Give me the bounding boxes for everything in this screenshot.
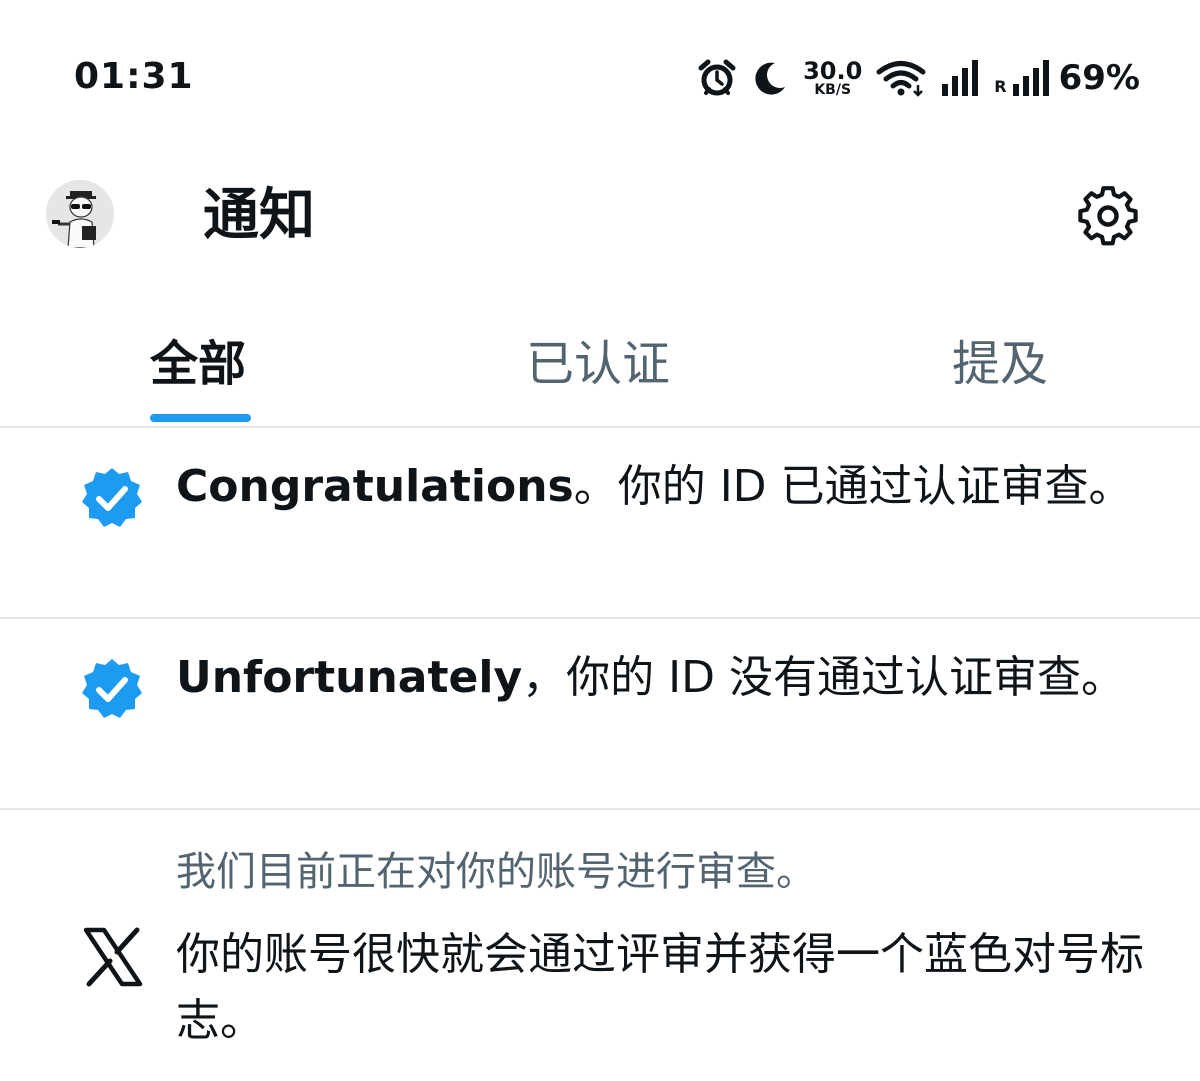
status-icons: 30.0 KB/S R 69%	[697, 56, 1140, 100]
battery-level: 69%	[1058, 58, 1140, 98]
notification-bold-text: Unfortunately	[176, 652, 523, 703]
notification-item[interactable]: Congratulations。你的 ID 已通过认证审查。	[0, 428, 1200, 619]
tab-verified[interactable]: 已认证	[526, 332, 670, 396]
notification-bold-text: Congratulations	[176, 461, 574, 512]
notification-text: 你的账号很快就会通过评审并获得一个蓝色对号标志。	[176, 929, 1144, 1046]
notification-text: Congratulations。你的 ID 已通过认证审查。	[176, 454, 1136, 520]
notification-item[interactable]: Unfortunately，你的 ID 没有通过认证审查。	[0, 619, 1200, 810]
roaming-indicator: R	[994, 77, 1007, 96]
tab-all[interactable]: 全部	[150, 332, 246, 396]
status-bar: 01:31 30.0 KB/S R 69%	[0, 0, 1200, 150]
verified-badge-icon	[82, 659, 142, 718]
settings-button[interactable]	[1078, 186, 1138, 246]
network-speed-value: 30.0	[803, 57, 863, 85]
notification-body-text: ，你的 ID 没有通过认证审查。	[522, 652, 1125, 703]
notification-body-text: 。你的 ID 已通过认证审查。	[573, 461, 1133, 512]
notification-text: Unfortunately，你的 ID 没有通过认证审查。	[176, 645, 1136, 711]
wifi-icon	[876, 61, 926, 97]
status-time: 01:31	[74, 56, 194, 97]
moon-icon	[755, 62, 786, 95]
page-title: 通知	[203, 183, 315, 248]
signal-icon	[1012, 60, 1049, 96]
signal-icon	[942, 60, 979, 96]
active-tab-indicator	[150, 414, 251, 422]
gear-icon	[1078, 186, 1138, 246]
alarm-icon	[698, 59, 736, 96]
notification-item[interactable]: 我们目前正在对你的账号进行审查。 你的账号很快就会通过评审并获得一个蓝色对号标志…	[0, 810, 1200, 1081]
x-logo-icon	[83, 927, 143, 987]
avatar[interactable]	[46, 180, 114, 248]
tab-bar: 全部 已认证 提及	[0, 318, 1200, 428]
tab-mentions[interactable]: 提及	[952, 332, 1048, 396]
verified-badge-icon	[82, 468, 142, 527]
notification-subtext: 我们目前正在对你的账号进行审查。	[176, 849, 816, 895]
avatar-image	[46, 180, 114, 248]
network-speed: 30.0 KB/S	[803, 59, 862, 97]
header: 通知	[0, 150, 1200, 285]
network-speed-unit: KB/S	[814, 82, 852, 98]
